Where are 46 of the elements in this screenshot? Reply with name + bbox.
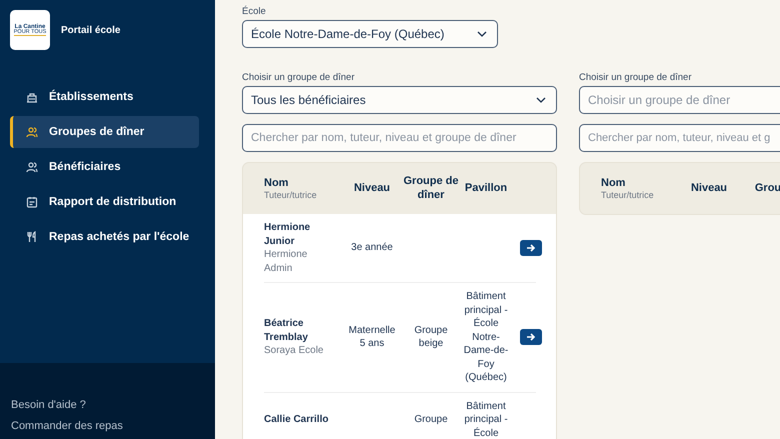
search-field[interactable]: Chercher par nom, tuteur, niveau et g [579, 124, 780, 152]
tutor-name: Hermione Admin [264, 248, 308, 275]
footer-link[interactable]: Commander des repas [11, 420, 204, 432]
column-header: Pavillon [464, 182, 508, 196]
chevron-icon [536, 97, 546, 103]
column-header: Niveau [354, 182, 390, 196]
building-icon [26, 91, 38, 103]
nav-item[interactable]: Bénéficiaires [10, 151, 199, 183]
nav-item[interactable]: Rapport de distribution [10, 186, 199, 218]
footer-link[interactable]: Besoin d'aide ? [11, 399, 204, 411]
column-header: Nom [601, 176, 626, 190]
column-subheader: Tuteur/tutrice [264, 190, 317, 200]
nav-item[interactable]: Groupes de dîner [10, 116, 199, 148]
portal-title: Portail école [61, 24, 120, 36]
field-label: Choisir un groupe de dîner [242, 72, 356, 83]
grade-level: 3e année [350, 241, 394, 255]
arrow-right-icon [526, 332, 536, 342]
student-name: Béatrice Tremblay [264, 317, 309, 344]
student-name: Callie Carrillo [264, 413, 330, 426]
nav-item[interactable]: Repas achetés par l'école [10, 221, 199, 253]
grade-level: Maternelle 5 ans [348, 324, 396, 351]
school-select[interactable]: École Notre-Dame-de-Foy (Québec) [242, 20, 498, 48]
field-label: Choisir un groupe de dîner [579, 72, 692, 83]
arrow-right-icon [526, 243, 536, 253]
lunch-group: Groupe [411, 413, 451, 426]
column-header: Grou [754, 182, 780, 196]
chevron-icon [477, 31, 487, 37]
lunch-group: Groupe beige [411, 324, 451, 351]
open-button[interactable] [520, 240, 542, 256]
group-select[interactable]: Tous les bénéficiaires [242, 86, 557, 114]
search-field[interactable]: Chercher par nom, tuteur, niveau et groupe de dîner [242, 124, 557, 152]
student-name: Hermione Junior [264, 221, 312, 248]
pavilion: Bâtiment principal - École Notre-Dame-de-Foy (Québec) [463, 290, 509, 384]
nav-item[interactable]: Établissements [10, 81, 199, 113]
people-icon [26, 126, 38, 138]
people-icon [26, 161, 38, 173]
column-subheader: Tuteur/tutrice [601, 190, 654, 200]
column-header: Groupe de dîner [402, 175, 460, 202]
open-button[interactable] [520, 329, 542, 346]
utensils-icon [26, 231, 38, 243]
column-header: Nom [264, 176, 288, 190]
pavilion: Bâtiment principal - École [463, 400, 509, 439]
column-header: Niveau [690, 182, 728, 196]
field-label: École [242, 6, 267, 17]
calendar-icon [26, 196, 38, 208]
tutor-name: Soraya Ecole [264, 344, 324, 358]
